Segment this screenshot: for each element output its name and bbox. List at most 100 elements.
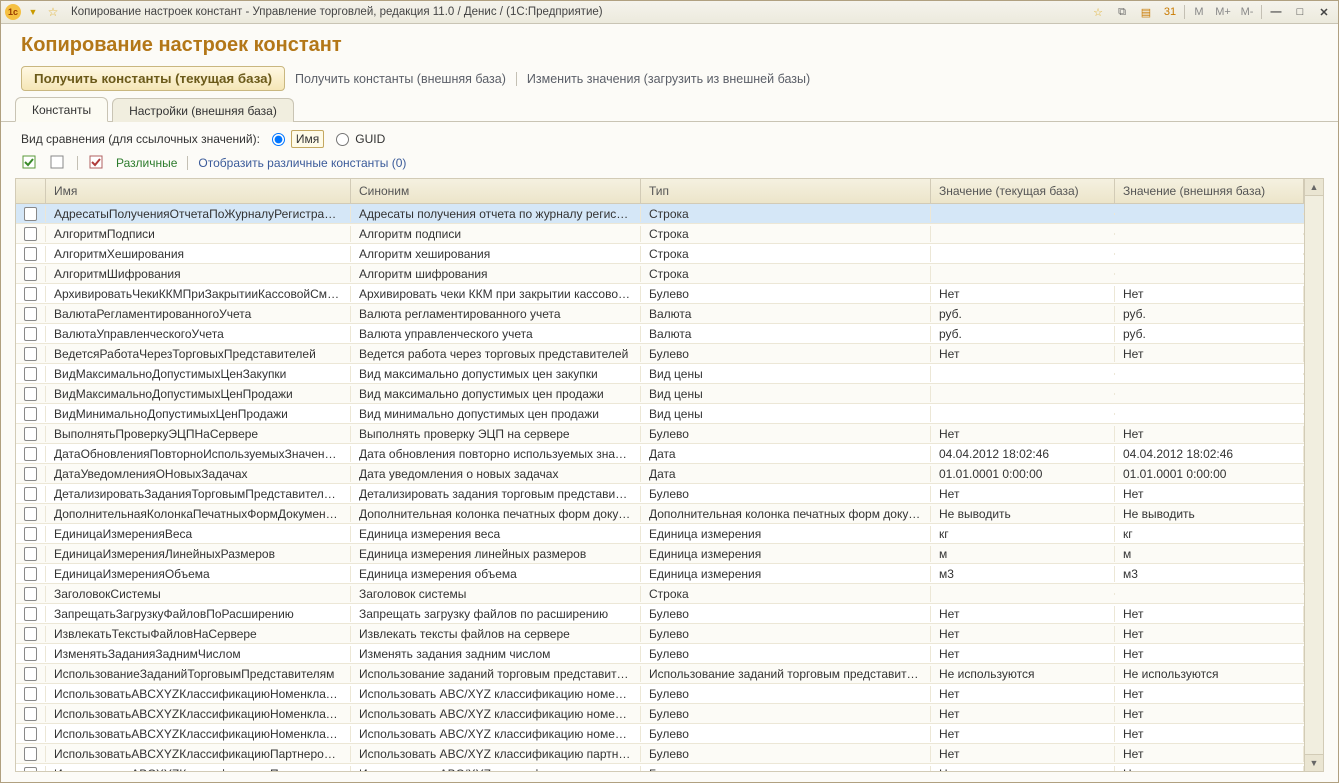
table-row[interactable]: ЕдиницаИзмеренияОбъемаЕдиница измерения … <box>16 564 1304 584</box>
row-checkbox[interactable] <box>16 646 46 662</box>
row-checkbox[interactable] <box>16 586 46 602</box>
dropdown-icon[interactable]: ▼ <box>25 4 41 20</box>
show-diff-link[interactable]: Отобразить различные константы (0) <box>198 156 406 170</box>
cell-type: Единица измерения <box>641 526 931 542</box>
table-body[interactable]: АдресатыПолученияОтчетаПоЖурналуРегистра… <box>16 204 1304 771</box>
row-checkbox[interactable] <box>16 606 46 622</box>
table-row[interactable]: ИспользоватьABCXYZКлассификациюНоменклат… <box>16 684 1304 704</box>
vertical-scrollbar[interactable]: ▲ ▼ <box>1304 179 1323 771</box>
table-row[interactable]: ИспользоватьABCXYZКлассификациюПартнеров… <box>16 764 1304 771</box>
row-checkbox[interactable] <box>16 566 46 582</box>
row-checkbox[interactable] <box>16 406 46 422</box>
row-checkbox[interactable] <box>16 446 46 462</box>
table-row[interactable]: ИспользоватьABCXYZКлассификациюПартнеров… <box>16 744 1304 764</box>
mem-mplus-button[interactable]: M+ <box>1213 3 1233 21</box>
row-checkbox[interactable] <box>16 546 46 562</box>
get-constants-current-button[interactable]: Получить константы (текущая база) <box>21 66 285 91</box>
table-row[interactable]: АлгоритмХешированияАлгоритм хешированияС… <box>16 244 1304 264</box>
table-row[interactable]: ИзменятьЗаданияЗаднимЧисломИзменять зада… <box>16 644 1304 664</box>
row-checkbox[interactable] <box>16 726 46 742</box>
row-checkbox[interactable] <box>16 666 46 682</box>
row-checkbox[interactable] <box>16 526 46 542</box>
compare-mode-name-radio[interactable]: Имя <box>266 130 324 148</box>
cell-type: Строка <box>641 246 931 262</box>
row-checkbox[interactable] <box>16 766 46 772</box>
row-checkbox[interactable] <box>16 466 46 482</box>
get-constants-external-link[interactable]: Получить константы (внешняя база) <box>295 72 506 86</box>
table-row[interactable]: ВалютаРегламентированногоУчетаВалюта рег… <box>16 304 1304 324</box>
col-type[interactable]: Тип <box>641 179 931 203</box>
table-row[interactable]: АрхивироватьЧекиККМПриЗакрытииКассовойСм… <box>16 284 1304 304</box>
table-row[interactable]: ДетализироватьЗаданияТорговымПредставите… <box>16 484 1304 504</box>
tab-constants[interactable]: Константы <box>15 97 108 122</box>
calc-icon[interactable]: ▤ <box>1136 3 1156 21</box>
calendar-icon[interactable]: 31 <box>1160 3 1180 21</box>
mem-mminus-button[interactable]: M- <box>1237 3 1257 21</box>
row-checkbox[interactable] <box>16 266 46 282</box>
table-row[interactable]: ИспользоватьABCXYZКлассификациюНоменклат… <box>16 724 1304 744</box>
col-synonym[interactable]: Синоним <box>351 179 641 203</box>
table-row[interactable]: ЕдиницаИзмеренияЛинейныхРазмеровЕдиница … <box>16 544 1304 564</box>
table-row[interactable]: ИзвлекатьТекстыФайловНаСервереИзвлекать … <box>16 624 1304 644</box>
table-row[interactable]: ИспользоватьABCXYZКлассификациюНоменклат… <box>16 704 1304 724</box>
row-checkbox[interactable] <box>16 326 46 342</box>
table-row[interactable]: АдресатыПолученияОтчетаПоЖурналуРегистра… <box>16 204 1304 224</box>
maximize-button[interactable]: □ <box>1290 3 1310 21</box>
row-checkbox[interactable] <box>16 746 46 762</box>
row-checkbox[interactable] <box>16 306 46 322</box>
table-row[interactable]: АлгоритмШифрованияАлгоритм шифрованияСтр… <box>16 264 1304 284</box>
table-row[interactable]: ЕдиницаИзмеренияВесаЕдиница измерения ве… <box>16 524 1304 544</box>
row-checkbox[interactable] <box>16 426 46 442</box>
star-icon[interactable]: ☆ <box>45 4 61 20</box>
close-button[interactable]: ✕ <box>1314 3 1334 21</box>
row-checkbox[interactable] <box>16 246 46 262</box>
table-row[interactable]: ЗаголовокСистемыЗаголовок системыСтрока <box>16 584 1304 604</box>
cell-value-current: руб. <box>931 326 1115 342</box>
row-checkbox[interactable] <box>16 346 46 362</box>
col-check[interactable] <box>16 179 46 203</box>
history-icon[interactable]: ⧉ <box>1112 3 1132 21</box>
table-row[interactable]: ЗапрещатьЗагрузкуФайловПоРасширениюЗапре… <box>16 604 1304 624</box>
table-row[interactable]: ВедетсяРаботаЧерезТорговыхПредставителей… <box>16 344 1304 364</box>
row-checkbox[interactable] <box>16 506 46 522</box>
scroll-up-icon[interactable]: ▲ <box>1305 179 1323 196</box>
cell-value-external: Нет <box>1115 606 1304 622</box>
table-row[interactable]: ВалютаУправленческогоУчетаВалюта управле… <box>16 324 1304 344</box>
row-checkbox[interactable] <box>16 706 46 722</box>
table-row[interactable]: ВыполнятьПроверкуЭЦПНаСервереВыполнять п… <box>16 424 1304 444</box>
row-checkbox[interactable] <box>16 206 46 222</box>
diff-link[interactable]: Различные <box>116 156 177 170</box>
scroll-down-icon[interactable]: ▼ <box>1305 754 1323 771</box>
table-row[interactable]: ДатаОбновленияПовторноИспользуемыхЗначен… <box>16 444 1304 464</box>
table-row[interactable]: ДополнительнаяКолонкаПечатныхФормДокумен… <box>16 504 1304 524</box>
row-checkbox[interactable] <box>16 686 46 702</box>
mem-m-button[interactable]: M <box>1189 3 1209 21</box>
compare-mode-guid-radio[interactable]: GUID <box>330 132 385 146</box>
cell-value-current <box>931 253 1115 255</box>
col-value-current[interactable]: Значение (текущая база) <box>931 179 1115 203</box>
row-checkbox[interactable] <box>16 286 46 302</box>
minimize-button[interactable]: — <box>1266 3 1286 21</box>
table-row[interactable]: ДатаУведомленияОНовыхЗадачахДата уведомл… <box>16 464 1304 484</box>
tab-settings-external[interactable]: Настройки (внешняя база) <box>112 98 294 122</box>
table-row[interactable]: АлгоритмПодписиАлгоритм подписиСтрока <box>16 224 1304 244</box>
window-title: Копирование настроек констант - Управлен… <box>71 6 603 18</box>
row-checkbox[interactable] <box>16 366 46 382</box>
table-row[interactable]: ВидМинимальноДопустимыхЦенПродажиВид мин… <box>16 404 1304 424</box>
page-title: Копирование настроек констант <box>1 24 1338 63</box>
table-row[interactable]: ИспользованиеЗаданийТорговымПредставител… <box>16 664 1304 684</box>
row-checkbox[interactable] <box>16 386 46 402</box>
fav-star-icon[interactable]: ☆ <box>1088 3 1108 21</box>
row-checkbox[interactable] <box>16 626 46 642</box>
col-name[interactable]: Имя <box>46 179 351 203</box>
row-checkbox[interactable] <box>16 226 46 242</box>
diff-icon[interactable] <box>88 154 106 172</box>
cell-type: Булево <box>641 726 931 742</box>
table-row[interactable]: ВидМаксимальноДопустимыхЦенПродажиВид ма… <box>16 384 1304 404</box>
col-value-external[interactable]: Значение (внешняя база) <box>1115 179 1304 203</box>
row-checkbox[interactable] <box>16 486 46 502</box>
table-row[interactable]: ВидМаксимальноДопустимыхЦенЗакупкиВид ма… <box>16 364 1304 384</box>
check-all-icon[interactable] <box>21 154 39 172</box>
change-values-link[interactable]: Изменить значения (загрузить из внешней … <box>527 72 810 86</box>
uncheck-all-icon[interactable] <box>49 154 67 172</box>
